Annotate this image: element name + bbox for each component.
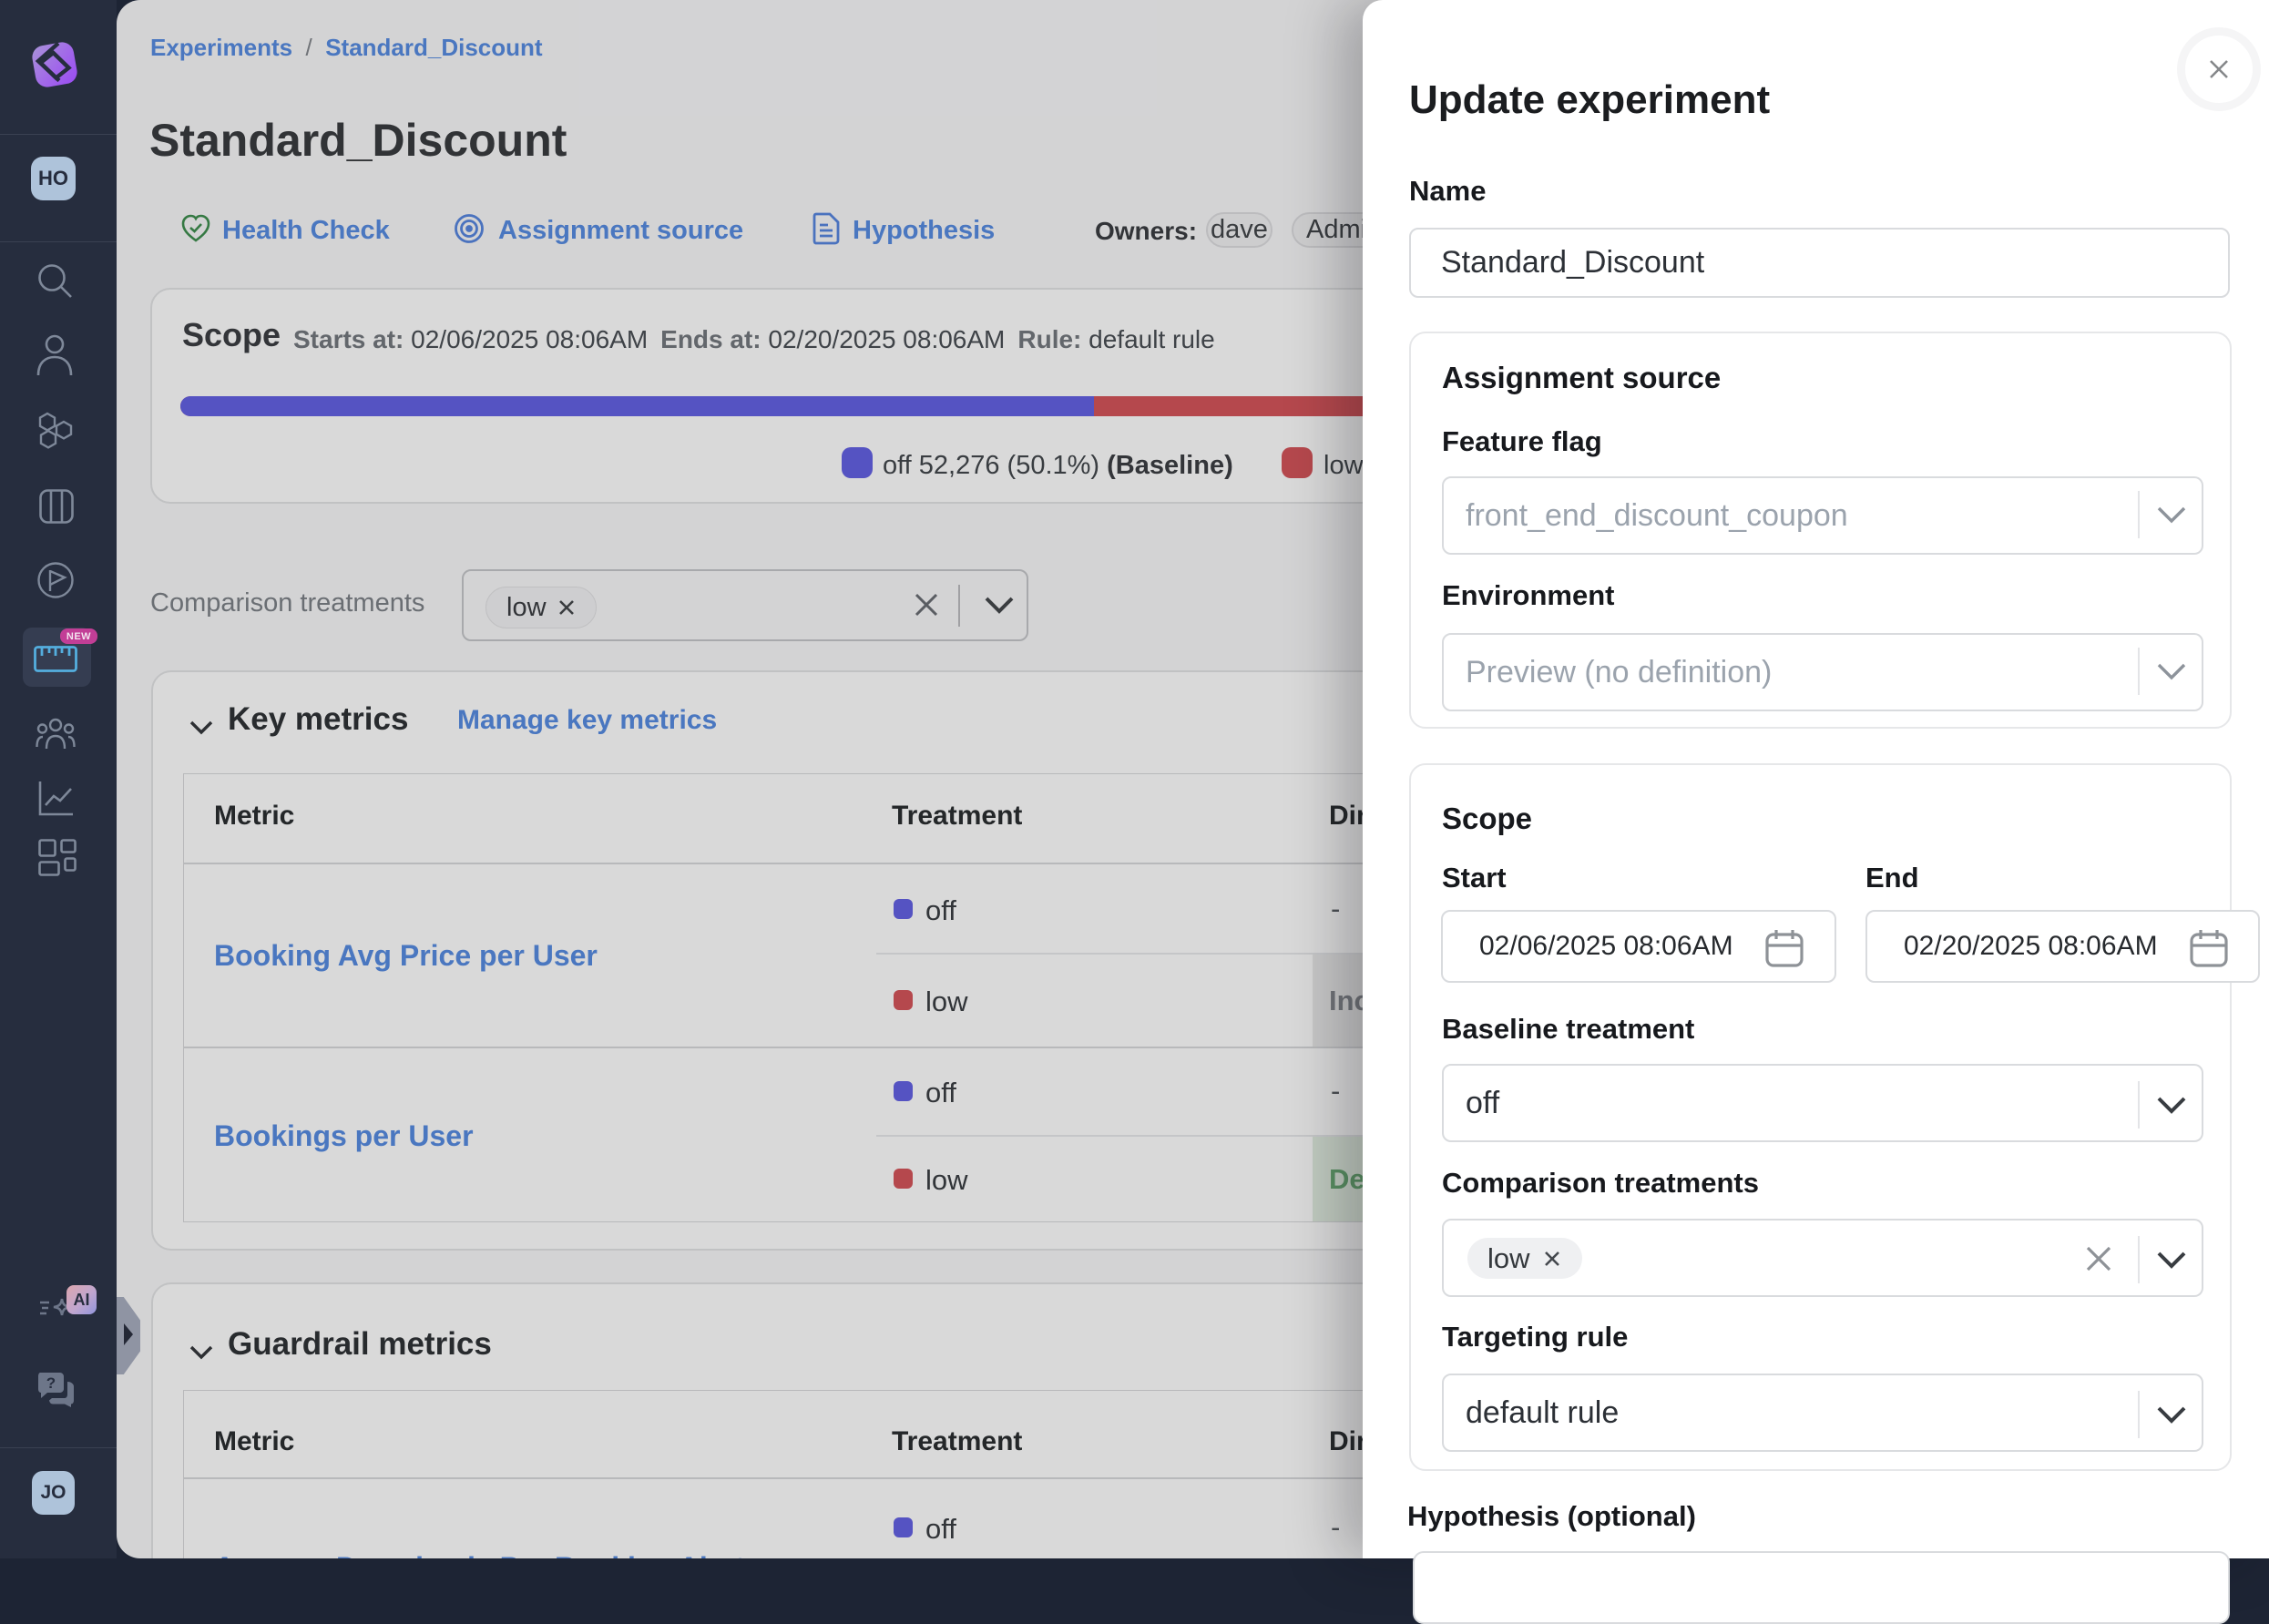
svg-text:?: ? bbox=[46, 1374, 56, 1392]
